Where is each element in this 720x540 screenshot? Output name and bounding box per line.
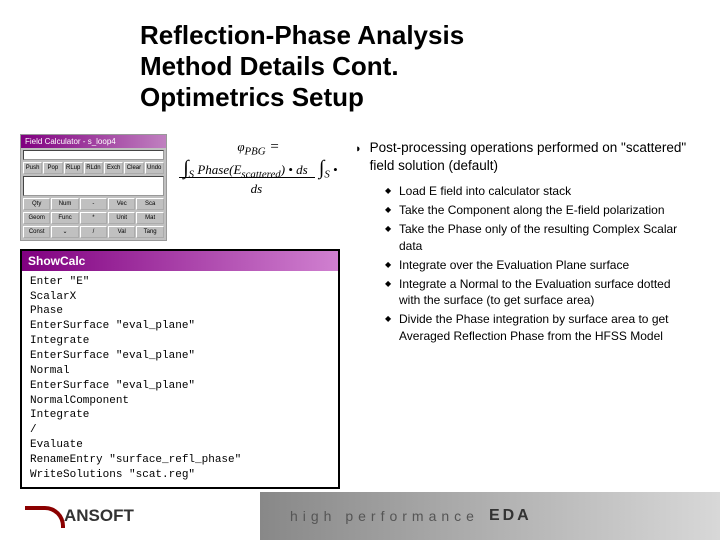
showcalc-line: Normal <box>30 364 330 379</box>
calc-button[interactable]: Sca <box>136 198 163 210</box>
bullet-marker-icon: ◗ <box>355 139 362 175</box>
showcalc-line: Integrate <box>30 334 330 349</box>
showcalc-line: Enter "E" <box>30 275 330 290</box>
left-column: Field Calculator - s_loop4 PushPopRLupRL… <box>20 134 340 489</box>
calc-button[interactable]: Val <box>108 226 135 238</box>
showcalc-line: Phase <box>30 304 330 319</box>
ansoft-logo: ANSOFT <box>25 504 134 528</box>
title-line2: Method Details Cont. <box>140 51 680 82</box>
calc-button[interactable]: Unit <box>108 212 135 224</box>
sub-point: Take the Phase only of the resulting Com… <box>385 221 690 253</box>
calc-button[interactable]: - <box>80 198 107 210</box>
calc-window-title: Field Calculator - s_loop4 <box>25 137 116 146</box>
showcalc-line: EnterSurface "eval_plane" <box>30 379 330 394</box>
calc-button[interactable]: Undo <box>145 162 164 174</box>
calc-button[interactable]: Geom <box>23 212 50 224</box>
sub-point: Integrate over the Evaluation Plane surf… <box>385 257 690 273</box>
formula-phi: φ <box>237 139 244 154</box>
showcalc-line: WriteSolutions "scat.reg" <box>30 468 330 483</box>
formula-scattered-sub: scattered <box>241 169 280 181</box>
field-calculator-window: Field Calculator - s_loop4 PushPopRLupRL… <box>20 134 167 241</box>
showcalc-line: EnterSurface "eval_plane" <box>30 349 330 364</box>
tagline-eda: EDA <box>489 507 532 525</box>
sub-point: Divide the Phase integration by surface … <box>385 311 690 343</box>
calc-button[interactable]: / <box>80 226 107 238</box>
formula-pbg-sub: PBG <box>245 145 266 157</box>
logo-text: ANSOFT <box>64 506 134 526</box>
calc-button[interactable]: Push <box>23 162 42 174</box>
calc-button[interactable]: Tang <box>136 226 163 238</box>
title-line3: Optimetrics Setup <box>140 82 680 113</box>
showcalc-body: Enter "E"ScalarXPhaseEnterSurface "eval_… <box>22 271 338 487</box>
sub-point: Load E field into calculator stack <box>385 183 690 199</box>
title-line1: Reflection-Phase Analysis <box>140 20 680 51</box>
footer: ANSOFT high performance EDA <box>0 492 720 540</box>
right-column: ◗ Post-processing operations performed o… <box>355 134 690 489</box>
formula: φPBG = ∫S Phase(Escattered) • ds ∫S • ds <box>177 134 340 202</box>
showcalc-title: ShowCalc <box>22 251 338 271</box>
showcalc-line: RenameEntry "surface_refl_phase" <box>30 453 330 468</box>
integral-sub: S <box>189 169 194 181</box>
calc-button[interactable]: Func <box>51 212 78 224</box>
showcalc-line: NormalComponent <box>30 394 330 409</box>
integral-sub2: S <box>324 169 329 181</box>
sub-point: Integrate a Normal to the Evaluation sur… <box>385 276 690 308</box>
calc-button[interactable]: RLup <box>64 162 83 174</box>
showcalc-line: EnterSurface "eval_plane" <box>30 319 330 334</box>
calc-button[interactable]: Clear <box>124 162 143 174</box>
calc-button[interactable]: Const <box>23 226 50 238</box>
showcalc-line: Evaluate <box>30 438 330 453</box>
showcalc-line: ScalarX <box>30 290 330 305</box>
formula-num-expr2: ) • ds <box>281 162 308 177</box>
formula-num-expr: Phase(E <box>197 162 241 177</box>
main-point: Post-processing operations performed on … <box>370 139 690 175</box>
calc-button[interactable]: RLdn <box>84 162 103 174</box>
showcalc-line: Integrate <box>30 408 330 423</box>
calc-button[interactable]: ⌄ <box>51 226 78 238</box>
formula-equals: = <box>269 139 279 155</box>
calc-button[interactable]: Exch <box>104 162 123 174</box>
calc-titlebar: Field Calculator - s_loop4 <box>21 135 166 148</box>
sub-point: Take the Component along the E-field pol… <box>385 202 690 218</box>
sub-point-list: Load E field into calculator stack Take t… <box>355 183 690 344</box>
calc-button[interactable]: Pop <box>43 162 62 174</box>
calc-button[interactable]: Mat <box>136 212 163 224</box>
footer-tagline: high performance EDA <box>260 492 720 540</box>
calc-stack-list <box>23 176 164 196</box>
calc-button[interactable]: Num <box>51 198 78 210</box>
calc-button[interactable]: Qty <box>23 198 50 210</box>
calc-button[interactable]: * <box>80 212 107 224</box>
logo-swoosh-icon <box>25 504 61 528</box>
showcalc-window: ShowCalc Enter "E"ScalarXPhaseEnterSurfa… <box>20 249 340 489</box>
tagline-text: high performance <box>290 508 479 524</box>
calc-button[interactable]: Vec <box>108 198 135 210</box>
calc-input[interactable] <box>23 150 164 160</box>
showcalc-line: / <box>30 423 330 438</box>
